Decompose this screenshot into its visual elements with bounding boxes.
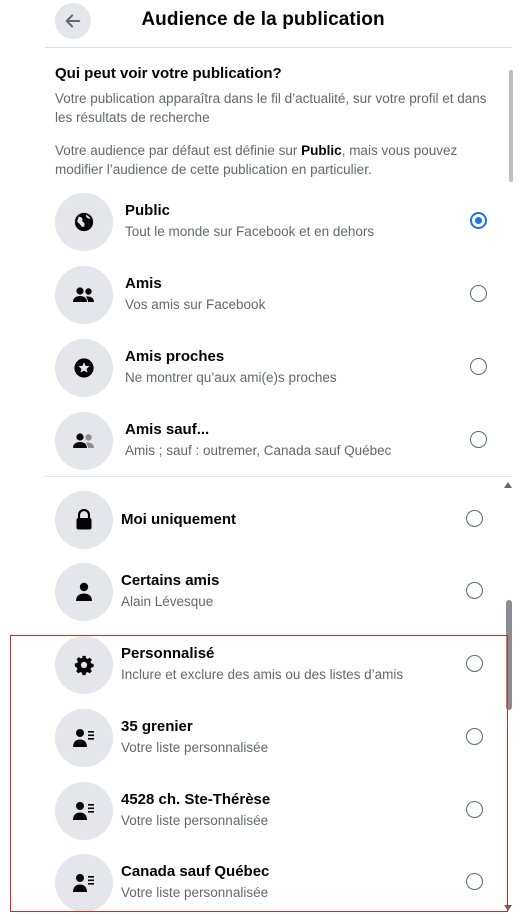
option-moi-uniquement[interactable]: Moi uniquement (50, 491, 500, 557)
option-certains-amis[interactable]: Certains amis Alain Lévesque (50, 563, 500, 629)
audience-panel-top: Qui peut voir votre publication? Votre p… (0, 48, 526, 476)
option-personnalise[interactable]: Personnalisé Inclure et exclure des amis… (50, 636, 500, 702)
radio-35-grenier[interactable] (466, 728, 483, 745)
option-35-grenier[interactable]: 35 grenier Votre liste personnalisée (50, 709, 500, 775)
radio-certains-amis[interactable] (466, 582, 483, 599)
scroll-up-arrow-icon[interactable] (504, 482, 512, 488)
option-description: Tout le monde sur Facebook et en dehors (125, 224, 375, 239)
option-label: Amis proches (125, 348, 225, 365)
person-icon (76, 582, 92, 601)
scroll-down-arrow-icon[interactable] (504, 905, 512, 911)
option-description: Vos amis sur Facebook (125, 297, 266, 312)
audience-panel-bottom: Moi uniquement Certains amis Alain Léves… (0, 477, 526, 922)
option-description: Votre liste personnalisée (121, 813, 269, 828)
option-label: 35 grenier (121, 718, 193, 735)
option-amis-sauf[interactable]: Amis sauf... Amis ; sauf : outremer, Can… (50, 412, 500, 476)
gear-icon (74, 655, 94, 676)
radio-amis[interactable] (470, 285, 487, 302)
globe-icon (74, 212, 94, 232)
option-label: Personnalisé (121, 645, 215, 662)
option-label: Certains amis (121, 572, 220, 589)
option-label: 4528 ch. Ste-Thérèse (121, 791, 271, 808)
scrollbar-thumb-bottom[interactable] (506, 600, 512, 710)
star-icon (74, 358, 94, 378)
radio-personnalise[interactable] (466, 655, 483, 672)
option-description: Alain Lévesque (121, 594, 214, 609)
lock-icon (76, 509, 92, 530)
option-label: Amis sauf... (125, 421, 210, 438)
default-audience-value: Public (301, 143, 342, 158)
option-label: Public (125, 202, 171, 219)
question-title: Qui peut voir votre publication? (55, 65, 282, 82)
friends-icon (73, 287, 94, 302)
default-audience-note: Votre audience par défaut est définie su… (55, 143, 458, 177)
radio-amis-sauf[interactable] (470, 431, 487, 448)
radio-canada-sauf-quebec[interactable] (466, 873, 483, 890)
dialog-header: Audience de la publication (0, 0, 526, 46)
question-description: Votre publication apparaîtra dans le fil… (55, 91, 487, 125)
friends-except-icon (73, 433, 94, 448)
option-amis[interactable]: Amis Vos amis sur Facebook (50, 266, 500, 332)
radio-4528-ch-ste-therese[interactable] (466, 801, 483, 818)
option-description: Amis ; sauf : outremer, Canada sauf Québ… (125, 443, 392, 458)
option-label: Moi uniquement (121, 511, 236, 528)
option-description: Votre liste personnalisée (121, 740, 269, 755)
person-list-icon (73, 729, 94, 747)
option-canada-sauf-quebec[interactable]: Canada sauf Québec Votre liste personnal… (50, 854, 500, 920)
option-description: Ne montrer qu’aux ami(e)s proches (125, 370, 337, 385)
radio-amis-proches[interactable] (470, 358, 487, 375)
dialog-title: Audience de la publication (141, 9, 385, 30)
scrollbar-thumb-top[interactable] (509, 70, 513, 182)
option-4528-ch-ste-therese[interactable]: 4528 ch. Ste-Thérèse Votre liste personn… (50, 782, 500, 848)
person-list-icon (73, 802, 94, 820)
option-label: Amis (125, 275, 162, 292)
option-description: Inclure et exclure des amis ou des liste… (121, 667, 404, 682)
person-list-icon (73, 874, 94, 892)
option-amis-proches[interactable]: Amis proches Ne montrer qu’aux ami(e)s p… (50, 339, 500, 405)
option-description: Votre liste personnalisée (121, 885, 269, 900)
option-label: Canada sauf Québec (121, 863, 270, 880)
radio-moi-uniquement[interactable] (466, 510, 483, 527)
option-public[interactable]: Public Tout le monde sur Facebook et en … (50, 193, 500, 259)
radio-public[interactable] (470, 212, 487, 229)
